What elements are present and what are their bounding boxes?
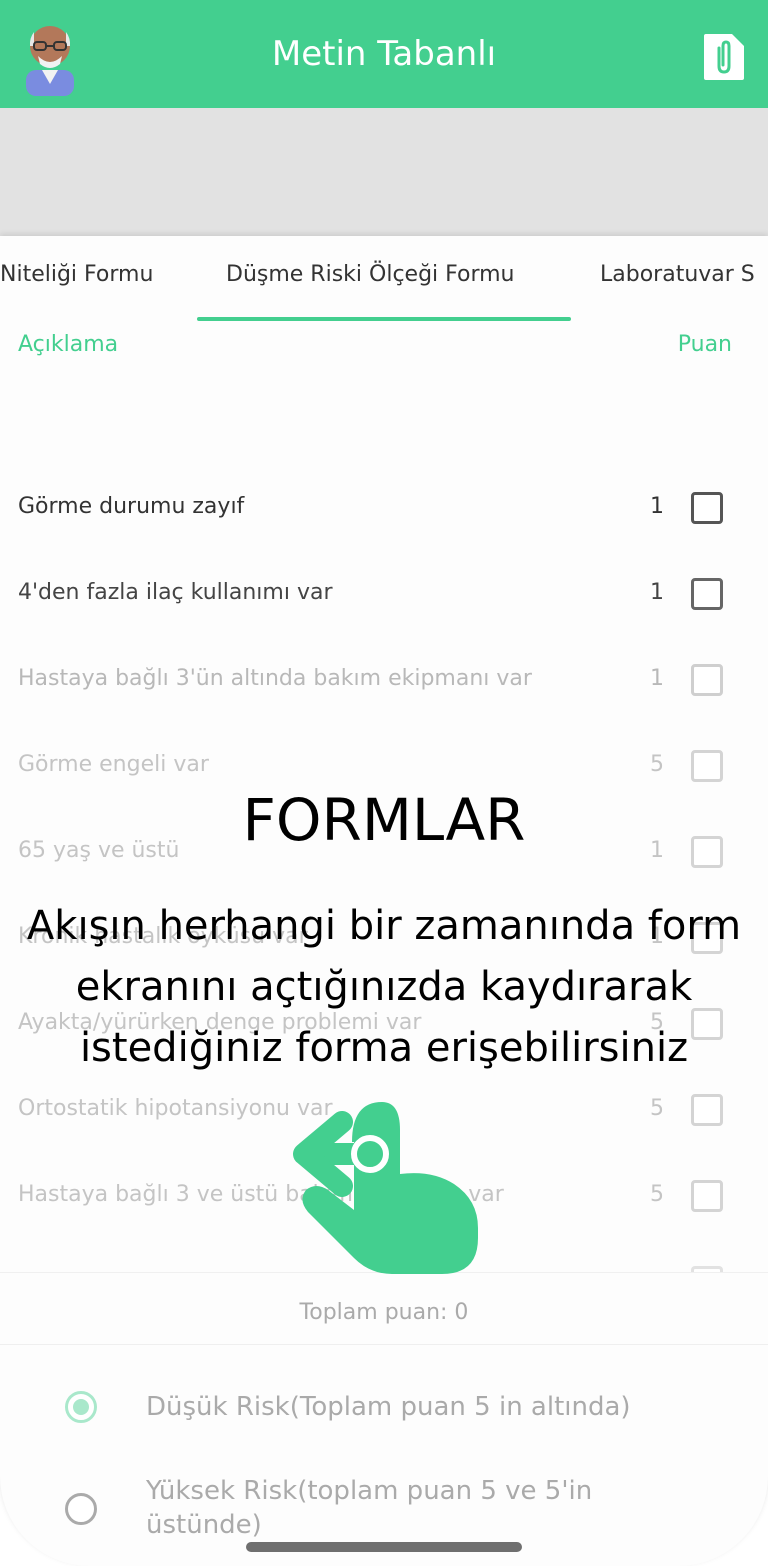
attachment-document-icon[interactable] xyxy=(702,32,746,82)
total-score: Toplam puan: 0 xyxy=(299,1300,469,1325)
question-text: Görme durumu zayıf xyxy=(18,494,245,519)
risk-low-label: Düşük Risk(Toplam puan 5 in altında) xyxy=(146,1392,631,1422)
question-checkbox[interactable] xyxy=(691,492,723,524)
question-text: Görme engeli var xyxy=(18,752,209,777)
divider xyxy=(0,1344,768,1345)
question-text: 4'den fazla ilaç kullanımı var xyxy=(18,580,333,605)
question-score: 1 xyxy=(650,666,664,691)
description-column-header: Açıklama xyxy=(18,332,119,357)
question-score: 5 xyxy=(650,1182,664,1207)
tab-niteligi-formu[interactable]: Niteliği Formu xyxy=(0,262,153,287)
question-checkbox[interactable] xyxy=(691,664,723,696)
question-score: 1 xyxy=(650,580,664,605)
active-tab-indicator xyxy=(197,317,571,321)
tab-dusme-riski-formu[interactable]: Düşme Riski Ölçeği Formu xyxy=(226,262,515,287)
question-score: 5 xyxy=(650,1096,664,1121)
app-bar: Metin Tabanlı xyxy=(0,0,768,108)
overlay-description: Akışın herhangi bir zamanında form ekran… xyxy=(26,903,742,1071)
swipe-left-hand-icon xyxy=(293,1102,478,1274)
radio-low-risk[interactable] xyxy=(65,1391,97,1423)
background-band xyxy=(0,108,768,236)
overlay-title: FORMLAR xyxy=(242,786,526,854)
question-text: Hastaya bağlı 3'ün altında bakım ekipman… xyxy=(18,666,532,691)
question-checkbox[interactable] xyxy=(691,1094,723,1126)
page-title: Metin Tabanlı xyxy=(271,34,497,74)
home-indicator[interactable] xyxy=(246,1542,522,1552)
question-score: 5 xyxy=(650,752,664,777)
question-checkbox[interactable] xyxy=(691,750,723,782)
question-checkbox[interactable] xyxy=(691,1180,723,1212)
risk-high-label: Yüksek Risk(toplam puan 5 ve 5'in üstünd… xyxy=(146,1476,593,1540)
tab-laboratuvar[interactable]: Laboratuvar S xyxy=(600,262,755,287)
question-checkbox[interactable] xyxy=(691,578,723,610)
radio-high-risk[interactable] xyxy=(65,1493,97,1525)
tab-bar[interactable]: Niteliği Formu Düşme Riski Ölçeği Formu … xyxy=(0,236,768,322)
score-column-header: Puan xyxy=(677,332,732,357)
question-score: 1 xyxy=(650,494,664,519)
